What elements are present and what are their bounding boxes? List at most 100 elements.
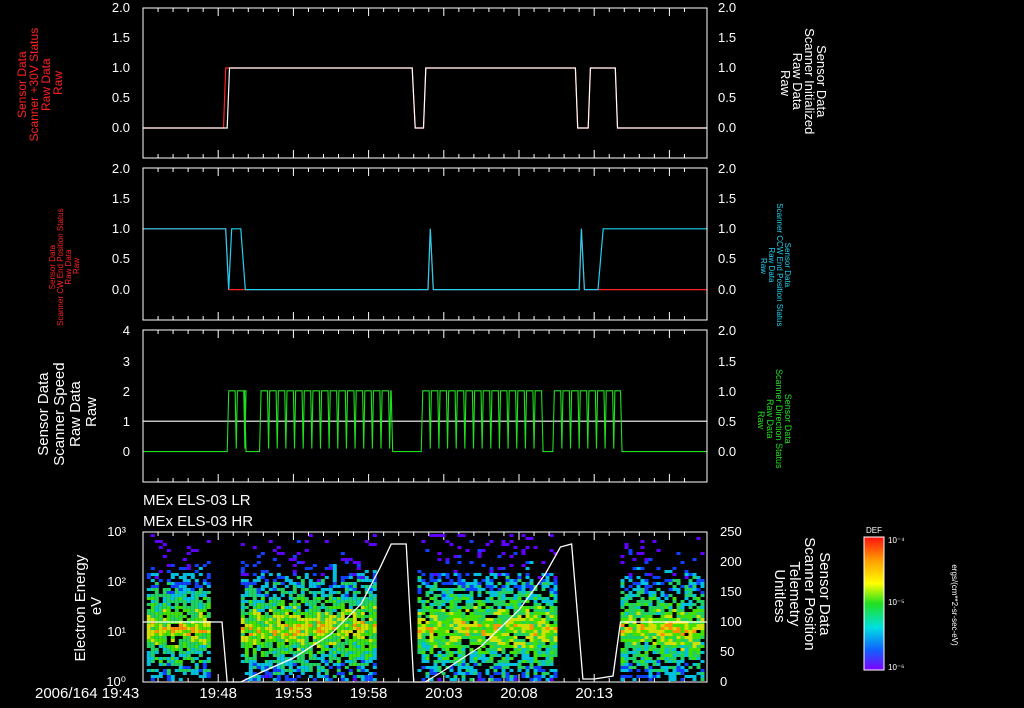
spectrogram-cell <box>186 654 191 657</box>
spectrogram-cell <box>344 630 349 633</box>
spectrogram-cell <box>264 615 269 618</box>
spectrogram-cell <box>664 615 669 618</box>
spectrogram-cell <box>194 594 199 597</box>
spectrogram-cell <box>644 639 649 642</box>
spectrogram-cell <box>473 657 478 660</box>
spectrogram-cell <box>533 597 538 600</box>
spectrogram-cell <box>182 657 187 660</box>
spectrogram-cell <box>684 615 689 618</box>
label-line: Raw <box>778 70 793 97</box>
spectrogram-cell <box>493 672 498 675</box>
spectrogram-cell <box>194 600 199 603</box>
spectrogram-cell <box>489 609 494 612</box>
spectrogram-cell <box>268 606 273 609</box>
spectrogram-cell <box>308 591 313 594</box>
spectrogram-cell <box>505 603 510 606</box>
spectrogram-cell <box>445 597 450 600</box>
spectrogram-cell <box>244 648 249 651</box>
spectrogram-cell <box>505 663 510 666</box>
spectrogram-cell <box>688 612 693 615</box>
spectrogram-cell <box>485 585 490 588</box>
spectrogram-cell <box>469 618 474 621</box>
spectrogram-cell <box>240 633 245 636</box>
spectrogram-cell <box>489 654 494 657</box>
spectrogram-cell <box>501 573 506 576</box>
spectrogram-cell <box>469 540 474 543</box>
spectrogram-cell <box>640 636 645 639</box>
spectrogram-cell <box>700 675 705 678</box>
spectrogram-cell <box>421 639 426 642</box>
spectrogram-cell <box>328 567 333 570</box>
spectrogram-cell <box>372 636 377 639</box>
spectrogram-cell <box>477 627 482 630</box>
spectrogram-cell <box>182 627 187 630</box>
spectrogram-cell <box>628 633 633 636</box>
spectrogram-cell <box>620 579 625 582</box>
spectrogram-cell <box>620 606 625 609</box>
spectrogram-cell <box>437 642 442 645</box>
spectrogram-cell <box>529 657 534 660</box>
spectrogram-cell <box>644 648 649 651</box>
spectrogram-cell <box>162 606 167 609</box>
spectrogram-cell <box>264 645 269 648</box>
spectrogram-cell <box>489 591 494 594</box>
spectrogram-cell <box>501 663 506 666</box>
spectrogram-cell <box>198 636 203 639</box>
spectrogram-cell <box>332 645 337 648</box>
spectrogram-cell <box>696 615 701 618</box>
spectrogram-cell <box>316 609 321 612</box>
tick-label: 50 <box>720 644 734 659</box>
spectrogram-cell <box>489 600 494 603</box>
spectrogram-cell <box>700 630 705 633</box>
spectrogram-cell <box>521 666 526 669</box>
spectrogram-cell <box>656 576 661 579</box>
spectrogram-cell <box>328 642 333 645</box>
spectrogram-cell <box>525 606 530 609</box>
spectrogram-cell <box>469 603 474 606</box>
spectrogram-cell <box>312 630 317 633</box>
spectrogram-cell <box>296 576 301 579</box>
spectrogram-cell <box>624 633 629 636</box>
spectrogram-cell <box>553 612 558 615</box>
spectrogram-cell <box>158 624 163 627</box>
spectrogram-cell <box>252 657 257 660</box>
spectrogram-cell <box>202 645 207 648</box>
spectrogram-cell <box>441 642 446 645</box>
spectrogram-cell <box>202 582 207 585</box>
spectrogram-cell <box>162 591 167 594</box>
spectrogram-cell <box>636 648 641 651</box>
spectrogram-cell <box>372 600 377 603</box>
spectrogram-cell <box>620 648 625 651</box>
spectrogram-cell <box>624 597 629 600</box>
spectrogram-cell <box>146 654 151 657</box>
spectrogram-cell <box>154 624 159 627</box>
spectrogram-cell <box>513 579 518 582</box>
spectrogram-cell <box>324 669 329 672</box>
spectrogram-cell <box>308 657 313 660</box>
spectrogram-cell <box>696 618 701 621</box>
spectrogram-cell <box>469 678 474 681</box>
spectrogram-cell <box>190 636 195 639</box>
spectrogram-cell <box>497 636 502 639</box>
spectrogram-cell <box>636 660 641 663</box>
spectrogram-cell <box>453 624 458 627</box>
spectrogram-cell <box>477 609 482 612</box>
spectrogram-cell <box>680 618 685 621</box>
spectrogram-cell <box>461 615 466 618</box>
spectrogram-cell <box>545 579 550 582</box>
spectrogram-cell <box>541 588 546 591</box>
spectrogram-cell <box>628 549 633 552</box>
spectrogram-cell <box>449 609 454 612</box>
spectrogram-cell <box>324 612 329 615</box>
spectrogram-cell <box>648 615 653 618</box>
spectrogram-cell <box>525 648 530 651</box>
spectrogram-cell <box>688 588 693 591</box>
spectrogram-cell <box>244 627 249 630</box>
spectrogram-cell <box>296 660 301 663</box>
spectrogram-cell <box>344 624 349 627</box>
spectrogram-cell <box>356 573 361 576</box>
spectrogram-cell <box>372 645 377 648</box>
spectrogram-cell <box>692 615 697 618</box>
spectrogram-cell <box>441 645 446 648</box>
spectrogram-cell <box>186 642 191 645</box>
